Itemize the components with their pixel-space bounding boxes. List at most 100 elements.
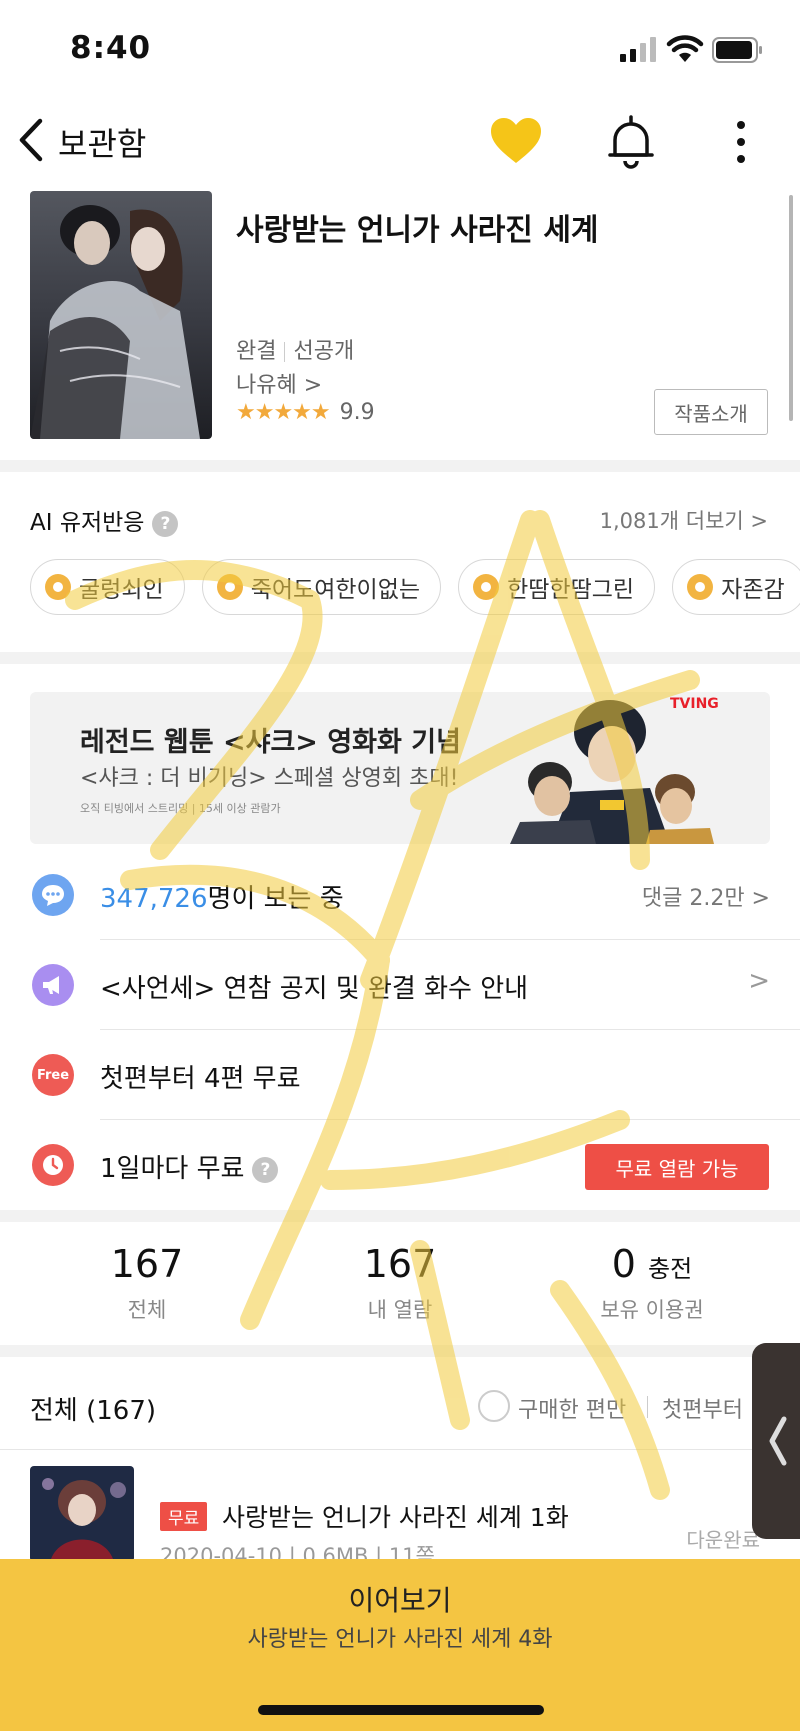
charge-link[interactable]: 충전 bbox=[648, 1255, 692, 1283]
viewers-count: 347,726 bbox=[100, 884, 208, 914]
reaction-chip[interactable]: 자존감 bbox=[672, 559, 800, 615]
chip-label: 죽어도여한이없는 bbox=[250, 577, 421, 603]
purchased-only-label[interactable]: 구매한 편만 bbox=[518, 1392, 626, 1424]
banner-title: 레전드 웹툰 <샤크> 영화화 기념 bbox=[80, 727, 461, 758]
continue-reading-button[interactable]: 이어보기 사랑받는 언니가 사라진 세계 4화 bbox=[0, 1559, 800, 1731]
ai-reactions-more-link[interactable]: 1,081개 더보기 > bbox=[600, 505, 768, 535]
status-time: 8:40 bbox=[70, 30, 152, 66]
stat-tickets[interactable]: 0 충전 보유 이용권 bbox=[532, 1242, 772, 1324]
heart-icon[interactable] bbox=[488, 115, 544, 167]
chip-label: 한땀한땀그린 bbox=[507, 577, 635, 603]
coin-icon bbox=[216, 574, 243, 600]
clock-icon bbox=[32, 1144, 74, 1186]
battery-icon bbox=[712, 37, 762, 63]
stat-tickets-value: 0 충전 bbox=[532, 1242, 772, 1286]
help-icon[interactable]: ? bbox=[252, 1156, 279, 1183]
star-rating-icon: ★★★★★ bbox=[236, 400, 331, 425]
divider bbox=[647, 1396, 648, 1418]
free-icon: Free bbox=[32, 1054, 74, 1096]
home-indicator[interactable] bbox=[258, 1705, 544, 1715]
stat-total-label: 전체 bbox=[127, 1298, 167, 1322]
section-divider bbox=[0, 1210, 800, 1222]
divider bbox=[284, 342, 286, 362]
episode-list-header: 전체 (167) 구매한 편만 첫편부터 bbox=[0, 1370, 800, 1450]
banner-note: 오직 티빙에서 스트리밍 | 15세 이상 관람가 bbox=[80, 802, 281, 815]
back-button-label[interactable]: 보관함 bbox=[58, 119, 146, 165]
episode-count: 전체 (167) bbox=[30, 1396, 157, 1426]
episode-row[interactable]: 무료 사랑받는 언니가 사라진 세계 1화 2020-04-10 | 0.6MB… bbox=[0, 1452, 800, 1562]
cover-image[interactable] bbox=[30, 191, 212, 439]
episode-thumbnail bbox=[30, 1466, 134, 1562]
reaction-chip[interactable]: 죽어도여한이없는 bbox=[201, 559, 442, 615]
section-divider bbox=[0, 1345, 800, 1357]
cellular-signal-icon bbox=[620, 37, 656, 62]
reaction-chip[interactable]: 한땀한땀그린 bbox=[458, 559, 656, 615]
stat-tickets-label: 보유 이용권 bbox=[600, 1298, 704, 1322]
free-view-button[interactable]: 무료 열람 가능 bbox=[585, 1144, 769, 1190]
work-status: 완결 bbox=[236, 339, 277, 364]
work-status-line: 완결 선공개 bbox=[236, 333, 354, 365]
chevron-left-icon bbox=[769, 1416, 787, 1466]
tving-logo: TVING bbox=[670, 696, 719, 712]
ai-user-reactions: AI 유저반응? 1,081개 더보기 > 굴렁쇠인 죽어도여한이없는 한땀한땀… bbox=[0, 475, 800, 625]
top-navigation: 보관함 bbox=[0, 105, 800, 177]
stat-total-value: 167 bbox=[110, 1242, 184, 1286]
daily-free-label: 1일마다 무료 bbox=[100, 1154, 245, 1184]
chip-label: 자존감 bbox=[721, 577, 785, 603]
continue-label: 이어보기 bbox=[348, 1584, 452, 1617]
notice-row[interactable]: <사언세> 연참 공지 및 완결 화수 안내 > bbox=[0, 940, 800, 1030]
status-bar: 8:40 bbox=[0, 0, 800, 100]
side-panel-tab[interactable] bbox=[752, 1343, 800, 1539]
work-title: 사랑받는 언니가 사라진 세계 bbox=[236, 213, 599, 248]
coin-icon bbox=[687, 574, 714, 600]
author-link[interactable]: 나유혜 > bbox=[236, 367, 322, 399]
viewers-suffix: 명이 보는 중 bbox=[207, 884, 344, 914]
ai-reactions-title-text: AI 유저반응 bbox=[30, 510, 145, 536]
chip-label: 굴렁쇠인 bbox=[79, 577, 164, 603]
comments-link[interactable]: 댓글 2.2만 > bbox=[642, 880, 770, 912]
viewers-text: 347,726명이 보는 중 bbox=[100, 878, 344, 915]
daily-free-row: 1일마다 무료? 무료 열람 가능 bbox=[0, 1120, 800, 1210]
ai-reactions-title: AI 유저반응? bbox=[30, 503, 179, 537]
banner-illustration bbox=[510, 700, 714, 844]
stats-summary: 167 전체 167 내 열람 0 충전 보유 이용권 bbox=[0, 1222, 800, 1342]
promo-banner[interactable]: 레전드 웹툰 <샤크> 영화화 기념 <샤크 : 더 비기닝> 스페셜 상영회 … bbox=[30, 692, 770, 844]
free-badge: 무료 bbox=[160, 1502, 208, 1531]
stat-viewed-value: 167 bbox=[363, 1242, 437, 1286]
coin-icon bbox=[45, 574, 71, 600]
banner-subtitle: <샤크 : 더 비기닝> 스페셜 상영회 초대! bbox=[80, 766, 459, 791]
stat-viewed: 167 내 열람 bbox=[280, 1242, 520, 1324]
coin-icon bbox=[473, 574, 500, 600]
rating-value: 9.9 bbox=[339, 400, 375, 425]
wifi-icon bbox=[666, 35, 704, 62]
help-icon[interactable]: ? bbox=[152, 510, 179, 537]
continue-episode: 사랑받는 언니가 사라진 세계 4화 bbox=[247, 1627, 553, 1652]
more-options-icon[interactable] bbox=[728, 119, 754, 165]
reaction-chip[interactable]: 굴렁쇠인 bbox=[30, 559, 185, 615]
work-intro-button[interactable]: 작품소개 bbox=[654, 389, 768, 435]
stat-viewed-label: 내 열람 bbox=[367, 1298, 433, 1322]
download-status: 다운완료 bbox=[686, 1528, 760, 1552]
back-chevron-icon[interactable] bbox=[14, 117, 48, 163]
work-release: 선공개 bbox=[293, 339, 355, 364]
daily-free-text: 1일마다 무료? bbox=[100, 1148, 279, 1185]
bell-icon[interactable] bbox=[606, 113, 656, 169]
free-first-text: 첫편부터 4편 무료 bbox=[100, 1064, 301, 1094]
episode-title: 사랑받는 언니가 사라진 세계 1화 bbox=[222, 1503, 569, 1532]
chat-bubble-icon bbox=[32, 874, 74, 916]
rating: ★★★★★ 9.9 bbox=[236, 400, 375, 425]
scrollbar[interactable] bbox=[789, 195, 793, 421]
tickets-count: 0 bbox=[611, 1242, 636, 1286]
free-first-row: Free 첫편부터 4편 무료 bbox=[0, 1030, 800, 1120]
megaphone-icon bbox=[32, 964, 74, 1006]
stat-total: 167 전체 bbox=[27, 1242, 267, 1324]
chevron-right-icon: > bbox=[748, 966, 770, 996]
sort-first-button[interactable]: 첫편부터 bbox=[662, 1392, 743, 1424]
work-info: 사랑받는 언니가 사라진 세계 완결 선공개 나유혜 > ★★★★★ 9.9 작품소… bbox=[0, 185, 800, 445]
section-divider bbox=[0, 652, 800, 664]
purchased-only-radio[interactable] bbox=[478, 1390, 510, 1422]
section-divider bbox=[0, 460, 800, 472]
reaction-chips: 굴렁쇠인 죽어도여한이없는 한땀한땀그린 자존감 bbox=[30, 559, 800, 619]
viewers-row[interactable]: 347,726명이 보는 중 댓글 2.2만 > bbox=[0, 850, 800, 940]
notice-text: <사언세> 연참 공지 및 완결 화수 안내 bbox=[100, 974, 529, 1004]
